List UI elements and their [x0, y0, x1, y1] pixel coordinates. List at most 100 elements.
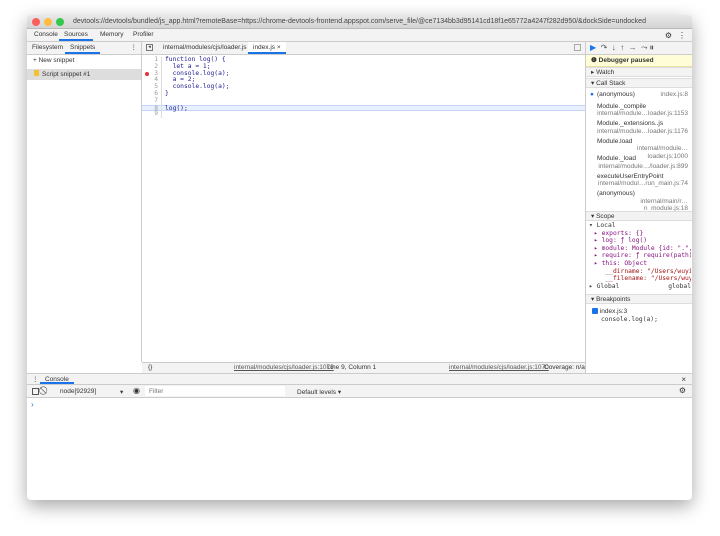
tab-loader-js[interactable]: internal/modules/cjs/loader.js — [158, 42, 251, 54]
more-icon[interactable]: ⋮ — [678, 31, 686, 40]
new-snippet-button[interactable]: + New snippet — [33, 57, 74, 64]
code-editor[interactable]: 1 function log() {2 let a = 1; 3 console.l… — [142, 56, 585, 119]
tab-memory[interactable]: Memory — [95, 29, 128, 41]
frame-name: executeUserEntryPoint — [597, 172, 664, 180]
line-number[interactable]: 1 — [142, 56, 162, 64]
sidebar-toggle-icon[interactable] — [32, 388, 39, 395]
minimize-button[interactable] — [44, 18, 52, 26]
step-icon[interactable]: → — [629, 43, 637, 52]
debugger-toolbar: ▶ ↷ ↓ ↑ → ⤳ ⏸ — [586, 42, 692, 55]
coverage-status: Coverage: n/a — [544, 364, 585, 371]
call-frame[interactable]: Module._compile internal/module…loader.js… — [586, 103, 692, 118]
scope-global[interactable]: ▸ Global global — [589, 283, 691, 291]
line-number[interactable]: 5 — [142, 83, 162, 91]
tab-filesystem[interactable]: Filesystem — [27, 42, 68, 54]
watch-label: Watch — [596, 69, 615, 76]
watch-section-header[interactable]: ▸ Watch — [586, 67, 692, 77]
tab-console[interactable]: Console — [29, 29, 63, 41]
line-number[interactable]: 4 — [142, 77, 162, 85]
tab-snippets[interactable]: Snippets — [65, 42, 101, 54]
paused-text: Debugger paused — [598, 57, 654, 64]
breakpoints-section-header[interactable]: ▾ Breakpoints — [586, 294, 692, 304]
frame-location: internal/module…loader.js:1176 — [597, 127, 688, 135]
code-line[interactable]: 7 — [142, 97, 585, 105]
scope-tree: ▾ Local ▸ exports: {} ▸ log: ƒ log() ▸ mod… — [589, 222, 691, 290]
drawer-tabbar: ⋮ Console × — [27, 373, 692, 385]
frame-location: internal/module…/loader.js:899 — [598, 162, 688, 170]
resume-icon[interactable]: ▶ — [590, 43, 596, 52]
call-frame[interactable]: (anonymous) internal/main/r…n_module.js:1… — [586, 190, 692, 213]
line-number[interactable]: 2 — [142, 63, 162, 71]
frame-location: internal/modul…run_main.js:74 — [598, 180, 688, 187]
line-number[interactable]: 6 — [142, 90, 162, 98]
code-line[interactable]: 3 console.log(a); — [142, 70, 585, 78]
devtools-window: devtools://devtools/bundled/js_app.html?… — [27, 15, 692, 500]
call-frame[interactable]: Module._extensions..js internal/module…lo… — [586, 120, 692, 135]
frame-location: internal/module…loader.js:1153 — [597, 110, 688, 117]
breakpoint-marker[interactable] — [145, 71, 149, 76]
code-line[interactable]: 5 console.log(a); — [142, 83, 585, 91]
deactivate-breakpoints-icon[interactable]: ⤳ — [641, 43, 647, 52]
frame-name: (anonymous) — [597, 190, 635, 197]
editor-status-bar: {} internal/modules/cjs/loader.js:1070 L… — [142, 362, 585, 373]
tab-index-js[interactable]: index.js × — [248, 42, 286, 54]
step-into-icon[interactable]: ↓ — [612, 43, 616, 52]
scope-variable[interactable]: __filename: "/Users/wuyiq… — [594, 275, 691, 283]
eye-icon[interactable]: ◉ — [133, 386, 140, 395]
scope-variable[interactable]: __dirname: "/Users/wuyiqi… — [594, 268, 691, 276]
console-prompt[interactable]: › — [31, 400, 34, 409]
chevron-down-icon[interactable]: ▾ — [120, 388, 123, 396]
scope-variable[interactable]: ▸ require: ƒ require(path) — [594, 252, 691, 260]
line-number[interactable]: 9 — [142, 111, 162, 119]
call-stack-section-header[interactable]: ▾ Call Stack — [586, 78, 692, 88]
step-out-icon[interactable]: ↑ — [620, 43, 624, 52]
close-drawer-icon[interactable]: × — [681, 375, 686, 384]
scope-variable[interactable]: ▸ this: Object — [594, 260, 691, 268]
gear-icon[interactable]: ⚙ — [679, 386, 686, 395]
tab-drawer-console[interactable]: Console — [40, 374, 74, 384]
frame-name: (anonymous) — [597, 91, 635, 98]
snippet-label: Script snippet #1 — [42, 71, 91, 78]
gear-icon[interactable]: ⚙ — [665, 31, 672, 40]
breakpoint-code: console.log(a); — [601, 316, 658, 323]
step-over-icon[interactable]: ↷ — [601, 43, 608, 52]
debugger-sidebar: ▶ ↷ ↓ ↑ → ⤳ ⏸ ❶ Debugger paused ▸ Watch … — [585, 42, 692, 373]
line-number[interactable]: 7 — [142, 97, 162, 105]
tab-sources[interactable]: Sources — [59, 29, 93, 41]
maximize-button[interactable] — [56, 18, 64, 26]
title-bar: devtools://devtools/bundled/js_app.html?… — [27, 15, 692, 29]
pretty-print-button[interactable]: {} — [148, 363, 152, 373]
scope-variable[interactable]: ▸ module: Module {id: ".", … — [594, 245, 691, 253]
code-text: console.log(a); — [165, 83, 230, 91]
toggle-navigator-icon[interactable]: ◂ — [146, 44, 153, 51]
call-frame[interactable]: ● (anonymous) index.js:8 — [586, 90, 692, 100]
breakpoint-checkbox[interactable] — [592, 308, 598, 315]
cursor-position: Line 9, Column 1 — [327, 364, 377, 371]
current-frame-icon: ● — [590, 91, 594, 98]
local-label: Local — [596, 222, 616, 229]
more-icon[interactable]: ⋮ — [32, 375, 39, 383]
source-link[interactable]: internal/modules/cjs/loader.js:1070 — [234, 363, 334, 373]
console-toolbar: ⃠ node[92929] ▾ ◉ Default levels ▾ ⚙ — [27, 385, 692, 398]
source-link[interactable]: internal/modules/cjs/loader.js:1070 — [449, 363, 549, 373]
tab-profiler[interactable]: Profiler — [128, 29, 159, 41]
filter-input[interactable] — [145, 386, 285, 396]
close-button[interactable] — [32, 18, 40, 26]
scope-variable[interactable]: ▸ log: ƒ log() — [594, 237, 691, 245]
call-frame[interactable]: executeUserEntryPoint internal/modul…run_… — [586, 173, 692, 188]
scope-variable[interactable]: ▸ exports: {} — [594, 230, 691, 238]
code-line[interactable]: 9 — [142, 111, 585, 119]
code-line[interactable]: 6} — [142, 90, 585, 98]
scope-local[interactable]: ▾ Local — [589, 222, 691, 230]
log-levels-select[interactable]: Default levels ▾ — [297, 388, 341, 396]
editor-panel: ◂ internal/modules/cjs/loader.js index.j… — [142, 42, 585, 373]
scope-section-header[interactable]: ▾ Scope — [586, 211, 692, 221]
navigator-panel: Filesystem Snippets ⋮ + New snippet Scri… — [27, 42, 142, 362]
code-line[interactable]: 8 log(); — [142, 104, 585, 113]
more-icon[interactable]: ⋮ — [131, 43, 138, 51]
snippet-item[interactable]: Script snippet #1 — [27, 69, 141, 80]
toggle-debugger-icon[interactable] — [574, 44, 581, 51]
call-frame[interactable]: Module._load internal/module…/loader.js:8… — [586, 155, 692, 170]
context-select[interactable]: node[92929] — [60, 388, 96, 395]
pause-on-exceptions-icon[interactable]: ⏸ — [650, 43, 654, 52]
